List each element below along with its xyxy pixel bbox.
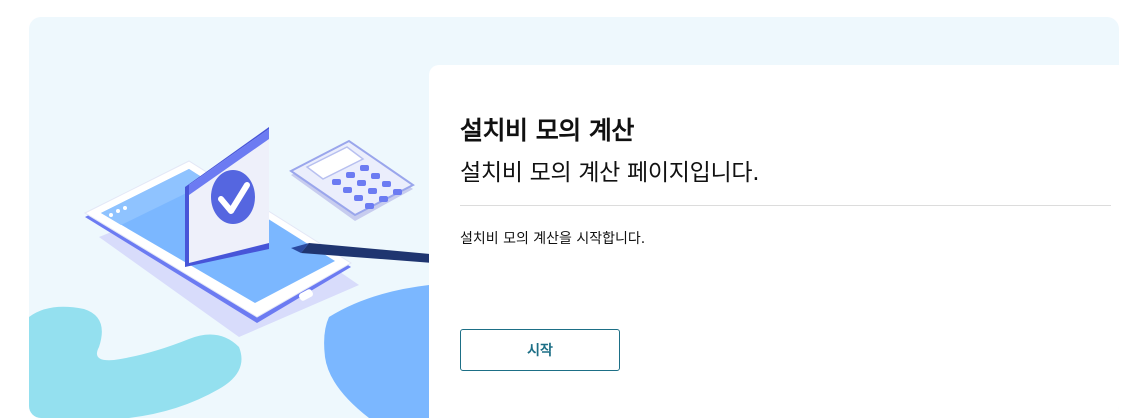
page-description: 설치비 모의 계산을 시작합니다. (460, 231, 646, 247)
installation-cost-illustration (29, 127, 449, 418)
content-card: 설치비 모의 계산 설치비 모의 계산 페이지입니다. 설치비 모의 계산을 시… (429, 65, 1119, 418)
checkmark-icon (211, 170, 255, 224)
calculator-icon (289, 139, 415, 221)
cyan-blob (29, 306, 242, 418)
checkmark-window (185, 127, 269, 267)
divider (460, 205, 1111, 206)
page-title: 설치비 모의 계산 (460, 116, 634, 145)
page-subtitle: 설치비 모의 계산 페이지입니다. (460, 160, 760, 186)
calculator-intro-panel: 설치비 모의 계산 설치비 모의 계산 페이지입니다. 설치비 모의 계산을 시… (29, 17, 1119, 418)
start-button[interactable]: 시작 (460, 329, 620, 371)
